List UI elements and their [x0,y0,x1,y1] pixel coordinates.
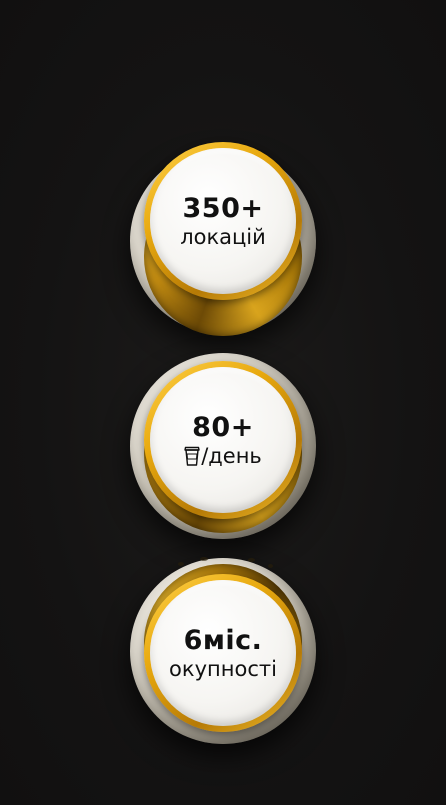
stat-cup-locations: 350+ локацій [130,142,316,336]
cup-speck [248,558,255,562]
stat-label: /день [184,443,262,469]
stat-label-text: /день [201,443,262,468]
stat-label: окупності [169,656,277,682]
cup-lid: 80+ /день [150,367,296,513]
cup-lid: 6міс. окупності [150,580,296,726]
cup-lid: 350+ локацій [150,148,296,294]
stat-value: 350+ [182,192,264,224]
stat-label-text: окупності [169,656,277,681]
coffee-cup-icon [184,445,200,467]
stat-label-text: локацій [180,224,266,249]
stat-value: 6міс. [183,624,263,656]
cup-speck [268,564,273,568]
stat-label: локацій [180,224,266,250]
stat-value: 80+ [192,411,254,443]
cup-speck [200,557,208,561]
cup-speck [178,562,184,566]
stat-cup-daily: 80+ /день [130,353,316,539]
stat-cup-payback: 6міс. окупності [130,557,316,744]
